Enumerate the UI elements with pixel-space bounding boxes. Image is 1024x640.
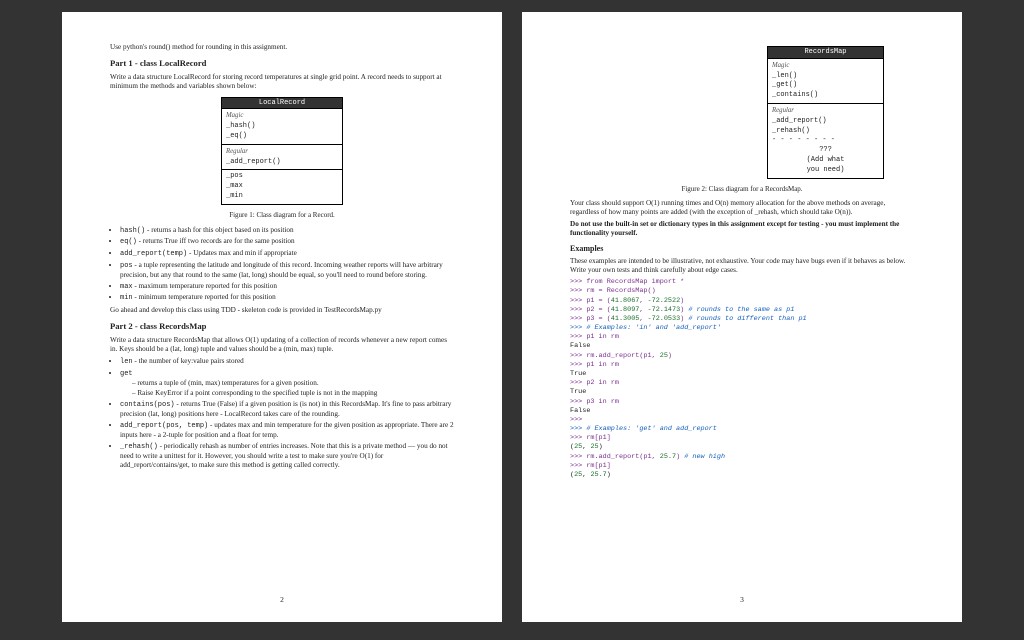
regular-method: _add_report() [226, 158, 281, 166]
classbox-header: RecordsMap [768, 47, 883, 59]
page-number: 2 [62, 595, 502, 604]
regular-label: Regular [226, 148, 248, 155]
magic-method: _hash() [226, 122, 255, 130]
bullets-part1: hash() - returns a hash for this object … [120, 226, 454, 304]
part1-heading: Part 1 - class LocalRecord [110, 58, 454, 69]
magic-method: _eq() [226, 132, 247, 140]
classbox-header: LocalRecord [222, 98, 342, 110]
magic-label: Magic [226, 112, 243, 119]
var: _min [226, 192, 243, 200]
part1-desc: Write a data structure LocalRecord for s… [110, 73, 454, 91]
localrecord-classbox: LocalRecord Magic _hash() _eq() Regular … [221, 97, 343, 205]
part2-desc: Write a data structure RecordsMap that a… [110, 336, 454, 354]
page-left: Use python's round() method for rounding… [62, 12, 502, 622]
example-code-block: >>> from RecordsMap import * >>> rm = Re… [570, 278, 914, 480]
recordsmap-classbox: RecordsMap Magic _len() _get() _contains… [767, 46, 884, 179]
var: _pos [226, 172, 243, 180]
bullets-part2: len - the number of key:value pairs stor… [120, 357, 454, 470]
figure2-caption: Figure 2: Class diagram for a RecordsMap… [570, 185, 914, 194]
part2-heading: Part 2 - class RecordsMap [110, 321, 454, 332]
tdd-note: Go ahead and develop this class using TD… [110, 306, 454, 315]
figure1-caption: Figure 1: Class diagram for a Record. [110, 211, 454, 220]
no-dict-para: Do not use the built-in set or dictionar… [570, 220, 914, 238]
intro-text: Use python's round() method for rounding… [110, 43, 454, 52]
examples-heading: Examples [570, 244, 914, 254]
page-right: RecordsMap Magic _len() _get() _contains… [522, 12, 962, 622]
complexity-para: Your class should support O(1) running t… [570, 199, 914, 217]
page-number: 3 [522, 595, 962, 604]
examples-intro: These examples are intended to be illust… [570, 257, 914, 275]
var: _max [226, 182, 243, 190]
